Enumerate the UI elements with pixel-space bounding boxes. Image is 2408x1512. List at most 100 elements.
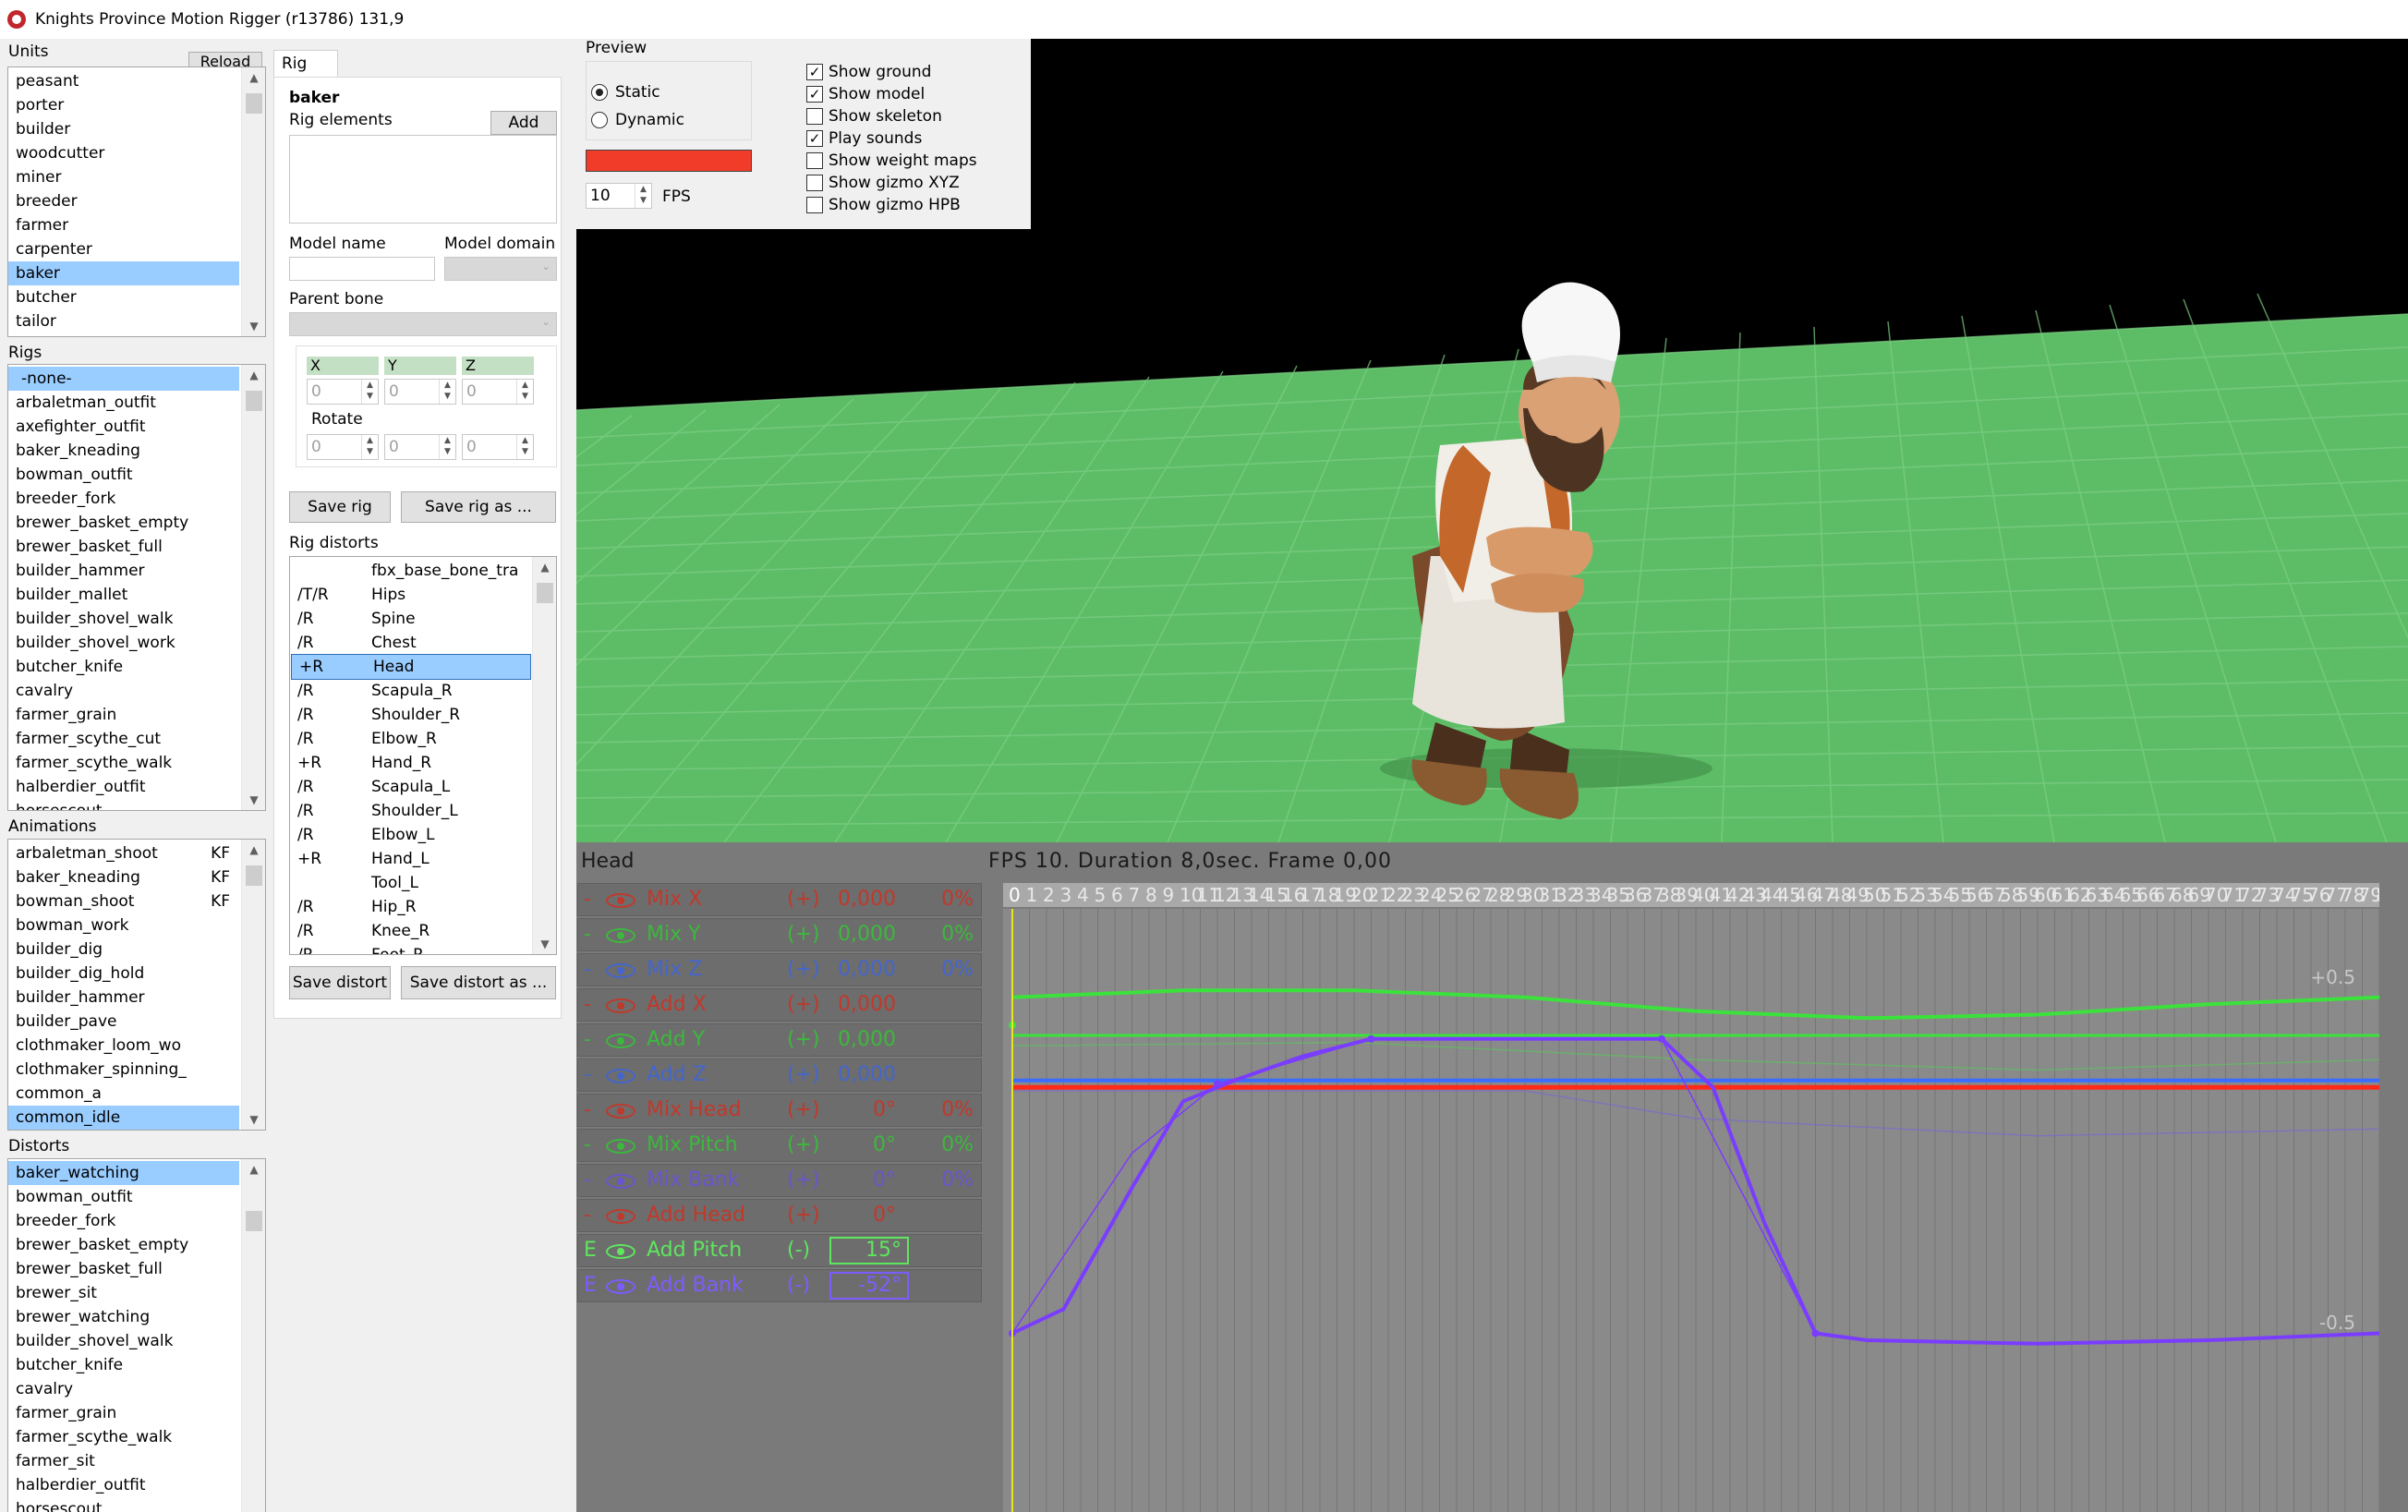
- channel-prefix[interactable]: E: [584, 1235, 597, 1266]
- channel-row[interactable]: E Add Pitch (-) 15°: [577, 1234, 982, 1267]
- option-checkbox[interactable]: ✓ Show ground: [806, 63, 931, 81]
- scroll-up-icon[interactable]: ▲: [242, 1159, 265, 1179]
- rig-list-item[interactable]: builder_shovel_walk: [8, 607, 265, 631]
- channel-value-input[interactable]: 15°: [829, 1237, 909, 1264]
- eye-icon[interactable]: [606, 1104, 635, 1119]
- rig-list-item[interactable]: farmer_grain: [8, 703, 265, 727]
- rig-distorts-scrollbar[interactable]: ▲ ▼: [532, 557, 556, 954]
- channel-op-button[interactable]: (+): [787, 1024, 820, 1056]
- eye-icon[interactable]: [606, 1209, 635, 1224]
- scroll-thumb[interactable]: [246, 1211, 262, 1231]
- rig-list-item[interactable]: builder_mallet: [8, 583, 265, 607]
- option-checkbox[interactable]: Show gizmo XYZ: [806, 174, 960, 192]
- channel-op-button[interactable]: (+): [787, 954, 820, 986]
- distorts-list[interactable]: baker_watching bowman_outfit breeder_fork b…: [7, 1158, 266, 1512]
- distort-row[interactable]: fbx_base_bone_tra: [290, 559, 556, 583]
- animation-list-item[interactable]: clothmaker_spinning_: [8, 1058, 265, 1082]
- distort-list-item[interactable]: farmer_grain: [8, 1401, 265, 1425]
- scroll-up-icon[interactable]: ▲: [242, 67, 265, 88]
- save-distort-as-button[interactable]: Save distort as ...: [401, 966, 556, 999]
- channel-op-button[interactable]: (+): [787, 884, 820, 915]
- scroll-thumb[interactable]: [537, 583, 553, 603]
- channel-row[interactable]: - Add X (+) 0,000: [577, 988, 982, 1022]
- save-rig-as-button[interactable]: Save rig as ...: [401, 491, 556, 523]
- scroll-thumb[interactable]: [246, 865, 262, 886]
- eye-icon[interactable]: [606, 1139, 635, 1154]
- distort-list-item[interactable]: brewer_basket_empty: [8, 1233, 265, 1257]
- distort-list-item[interactable]: breeder_fork: [8, 1209, 265, 1233]
- rig-distorts-list[interactable]: fbx_base_bone_tra/T/R Hips/R Spine/R Chest +…: [289, 556, 557, 955]
- eye-icon[interactable]: [606, 998, 635, 1013]
- unit-list-item[interactable]: builder: [8, 117, 265, 141]
- option-checkbox[interactable]: Show gizmo HPB: [806, 196, 961, 214]
- channel-op-button[interactable]: (+): [787, 1130, 820, 1161]
- animation-list-item[interactable]: baker_kneading KF: [8, 865, 265, 889]
- distort-row[interactable]: /R Scapula_R: [290, 679, 556, 703]
- channel-prefix[interactable]: -: [584, 884, 591, 915]
- animation-list-item[interactable]: common_idle: [8, 1106, 239, 1130]
- channel-prefix[interactable]: -: [584, 1059, 591, 1091]
- distort-list-item[interactable]: cavalry: [8, 1377, 265, 1401]
- unit-list-item[interactable]: miner: [8, 165, 265, 189]
- channel-prefix[interactable]: -: [584, 1130, 591, 1161]
- distort-list-item[interactable]: halberdier_outfit: [8, 1473, 265, 1497]
- distort-row[interactable]: /R Shoulder_R: [290, 703, 556, 727]
- distort-list-item[interactable]: bowman_outfit: [8, 1185, 265, 1209]
- distort-list-item[interactable]: brewer_watching: [8, 1305, 265, 1329]
- scroll-down-icon[interactable]: ▼: [242, 1109, 265, 1130]
- channel-row[interactable]: - Mix Pitch (+) 0° 0%: [577, 1129, 982, 1162]
- scroll-up-icon[interactable]: ▲: [242, 840, 265, 860]
- distort-row[interactable]: /R Elbow_R: [290, 727, 556, 751]
- animation-list-item[interactable]: builder_hammer: [8, 986, 265, 1010]
- scroll-up-icon[interactable]: ▲: [242, 365, 265, 385]
- rig-list-item[interactable]: baker_kneading: [8, 439, 265, 463]
- unit-list-item[interactable]: carpenter: [8, 237, 265, 261]
- scroll-down-icon[interactable]: ▼: [533, 934, 556, 954]
- distort-row[interactable]: /T/R Hips: [290, 583, 556, 607]
- distort-list-item[interactable]: farmer_sit: [8, 1449, 265, 1473]
- unit-list-item[interactable]: porter: [8, 93, 265, 117]
- animation-list-item[interactable]: builder_pave: [8, 1010, 265, 1034]
- distort-list-item[interactable]: brewer_sit: [8, 1281, 265, 1305]
- offset-y-spinner[interactable]: 0 ▲ ▼: [384, 379, 456, 405]
- rig-list-item[interactable]: farmer_scythe_walk: [8, 751, 265, 775]
- rig-list-item[interactable]: horsescout: [8, 799, 265, 810]
- offset-z-spinner[interactable]: 0 ▲ ▼: [462, 379, 534, 405]
- animation-list-item[interactable]: common_a: [8, 1082, 265, 1106]
- frame-ruler[interactable]: 0 1 2 3 4 5 6 7 8 9 10 11 12 13 14 15 16 17 18 19 20 21 22 23 24…: [1003, 883, 2399, 907]
- tab-rig[interactable]: Rig: [273, 50, 338, 78]
- rig-list-item[interactable]: arbaletman_outfit: [8, 391, 265, 415]
- animation-list-item[interactable]: clothmaker_loom_wo: [8, 1034, 265, 1058]
- offset-x-spinner[interactable]: 0 ▲ ▼: [307, 379, 379, 405]
- distort-row[interactable]: /R Hip_R: [290, 895, 556, 919]
- rig-list-item[interactable]: butcher_knife: [8, 655, 265, 679]
- distort-row[interactable]: +R Hand_L: [290, 847, 556, 871]
- channel-row[interactable]: - Mix Z (+) 0,000 0%: [577, 953, 982, 986]
- rig-elements-list[interactable]: [289, 135, 557, 224]
- eye-icon[interactable]: [606, 1174, 635, 1189]
- channel-op-button[interactable]: (-): [787, 1270, 810, 1301]
- rig-list-item[interactable]: brewer_basket_full: [8, 535, 265, 559]
- distort-row[interactable]: /R Elbow_L: [290, 823, 556, 847]
- channel-prefix[interactable]: -: [584, 1024, 591, 1056]
- rig-list-item[interactable]: builder_hammer: [8, 559, 265, 583]
- scroll-down-icon[interactable]: ▼: [242, 316, 265, 336]
- model-domain-select[interactable]: ⌄: [444, 257, 557, 281]
- channel-op-button[interactable]: (+): [787, 1200, 820, 1231]
- animation-list-item[interactable]: bowman_work: [8, 913, 265, 937]
- channel-op-button[interactable]: (+): [787, 1095, 820, 1126]
- unit-list-item[interactable]: breeder: [8, 189, 265, 213]
- eye-icon[interactable]: [606, 963, 635, 978]
- rig-list-item[interactable]: breeder_fork: [8, 487, 265, 511]
- channel-row[interactable]: - Mix X (+) 0,000 0%: [577, 883, 982, 916]
- scroll-down-icon[interactable]: ▼: [242, 790, 265, 810]
- channel-op-button[interactable]: (+): [787, 989, 820, 1021]
- channel-row[interactable]: - Mix Bank (+) 0° 0%: [577, 1164, 982, 1197]
- channel-row[interactable]: - Add Head (+) 0°: [577, 1199, 982, 1232]
- save-rig-button[interactable]: Save rig: [289, 491, 391, 523]
- eye-icon[interactable]: [606, 893, 635, 908]
- unit-list-item[interactable]: tailor: [8, 309, 265, 333]
- model-name-input[interactable]: [289, 257, 435, 281]
- eye-icon[interactable]: [606, 1069, 635, 1083]
- channel-prefix[interactable]: -: [584, 989, 591, 1021]
